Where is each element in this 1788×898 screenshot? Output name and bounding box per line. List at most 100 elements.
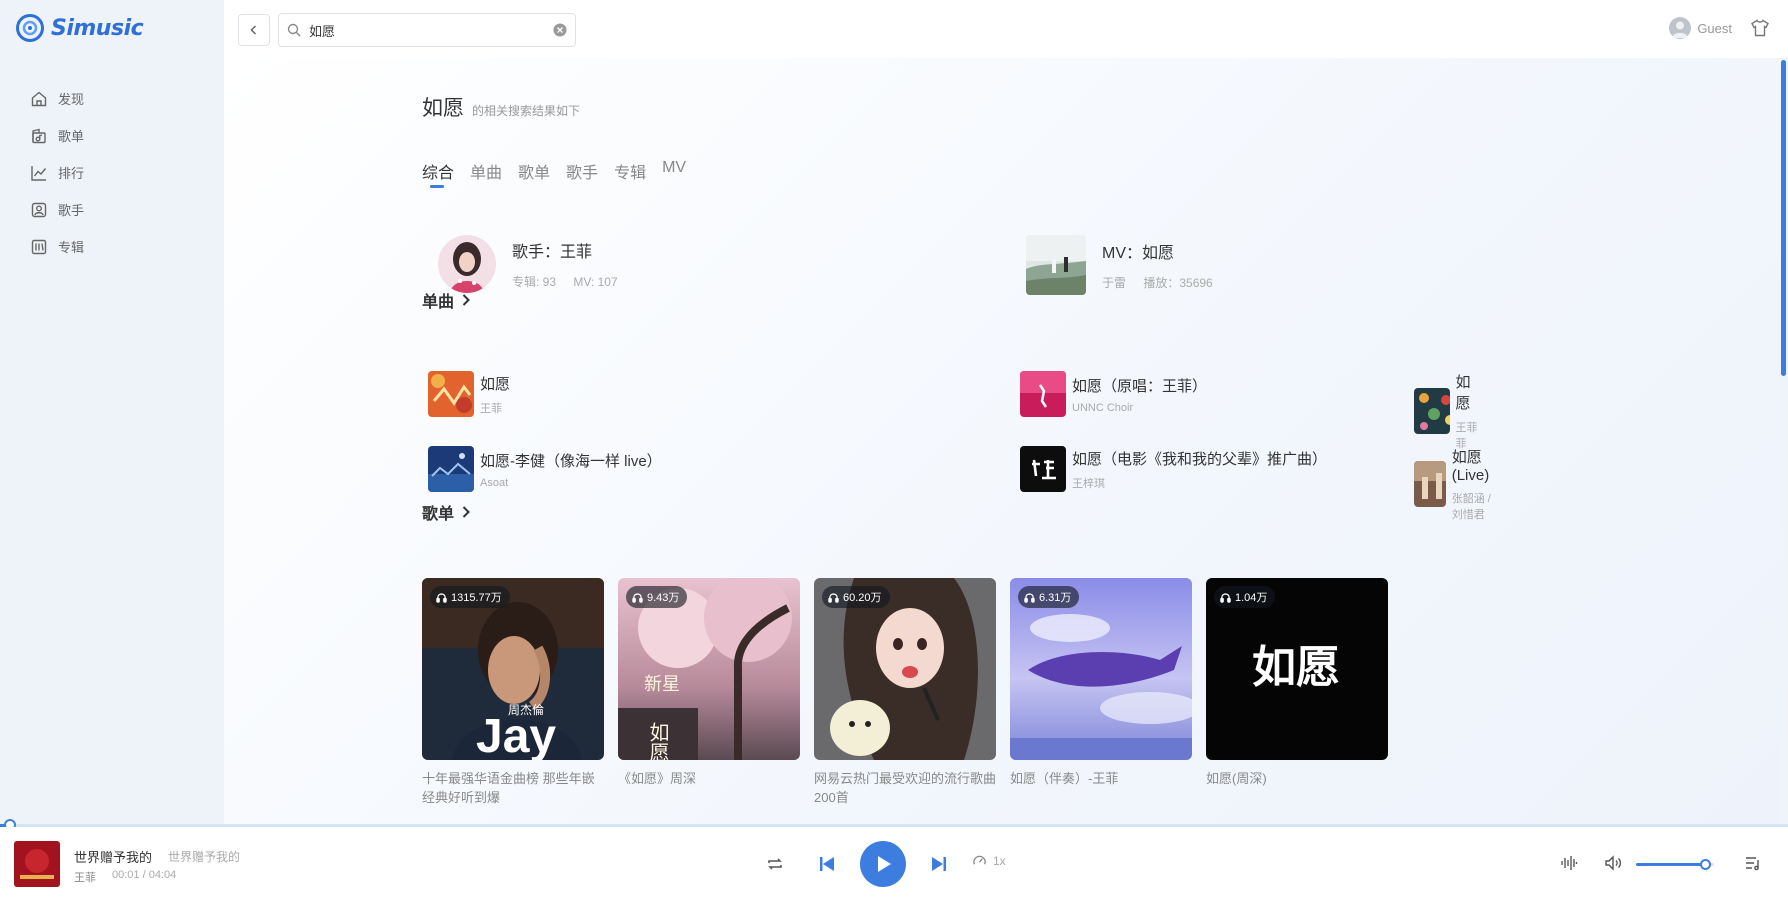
playlist-icon (32, 128, 46, 143)
tab-playlists[interactable]: 歌单 (518, 159, 550, 183)
artist-album-count: 专辑: 93 (512, 275, 557, 289)
cover-text-jay-small: 周杰倫 (508, 703, 544, 717)
song-item[interactable]: 如愿 (Live) 张韶涵 / 刘惜君 (1414, 446, 1504, 522)
song-cover (1414, 388, 1450, 434)
speed-icon (973, 855, 986, 865)
song-item[interactable]: 如愿-李健（像海一样 live） Asoat (428, 446, 662, 492)
chart-icon (31, 165, 47, 181)
tab-artists[interactable]: 歌手 (566, 159, 598, 183)
sidebar-item-albums[interactable]: 专辑 (30, 228, 84, 265)
song-artist[interactable]: 张韶涵 / 刘惜君 (1452, 490, 1504, 522)
song-artist[interactable]: 王梓琪 (1072, 475, 1327, 491)
playlist-name[interactable]: 如愿（伴奏）-王菲 (1010, 769, 1192, 788)
song-artist[interactable]: UNNC Choir (1072, 402, 1207, 414)
tab-songs[interactable]: 单曲 (470, 159, 502, 183)
home-icon (31, 91, 47, 106)
playlist-cover: 6.31万 (1010, 578, 1192, 760)
speed-label: 1x (993, 853, 1006, 868)
mv-cover (1026, 235, 1086, 295)
song-name: 如愿（电影《我和我的父辈》推广曲） (1072, 450, 1328, 468)
playlist-card[interactable]: 6.31万 如愿（伴奏）-王菲 (1010, 578, 1192, 788)
song-artist[interactable]: 王菲 (480, 400, 510, 416)
song-item[interactable]: 如愿（原唱：王菲） UNNC Choir (1020, 371, 1207, 417)
playlist-name[interactable]: 如愿(周深) (1206, 769, 1388, 788)
song-name: 如愿-李健（像海一样 live） (480, 452, 662, 470)
playlist-queue-button[interactable] (1740, 850, 1766, 876)
song-cover (1414, 461, 1446, 507)
playlist-card[interactable]: 如愿 1.04万 如愿(周深) (1206, 578, 1388, 788)
tab-overview[interactable]: 综合 (422, 159, 454, 188)
playlist-card[interactable]: Jay 周杰倫 1315.77万 十年最强华语金曲榜 那些年嵌经典好听到爆 (422, 578, 604, 807)
skin-icon[interactable] (1750, 18, 1770, 38)
volume-slider[interactable] (1636, 859, 1714, 870)
song-name: 如愿（原唱：王菲） (1072, 377, 1208, 395)
play-button[interactable] (860, 841, 906, 887)
artist-mv-count: MV: 107 (573, 275, 618, 289)
sidebar-item-discover[interactable]: 发现 (30, 80, 84, 117)
sidebar-item-artists[interactable]: 歌手 (30, 191, 84, 228)
now-playing-subtitle: 世界赠予我的 (168, 850, 241, 864)
artist-match-title[interactable]: 歌手：王菲 (512, 238, 632, 262)
tab-mv[interactable]: MV (662, 159, 686, 183)
headphones-icon (632, 592, 643, 603)
playlist-play-count: 6.31万 (1018, 586, 1080, 608)
app-logo[interactable]: Simusic (16, 14, 144, 42)
chevron-right-icon (462, 294, 470, 306)
back-button[interactable] (238, 14, 270, 46)
previous-button[interactable] (814, 851, 840, 877)
song-name: 如愿 (Live) (1451, 449, 1490, 484)
next-button[interactable] (926, 851, 952, 877)
playlist-name[interactable]: 网易云热门最受欢迎的流行歌曲200首 (814, 769, 996, 807)
now-playing-title[interactable]: 世界赠予我的 (74, 847, 152, 866)
tab-albums[interactable]: 专辑 (614, 159, 646, 183)
volume-handle[interactable] (1699, 859, 1711, 870)
sound-effect-button[interactable] (1556, 850, 1582, 876)
top-header: Guest (224, 0, 1788, 58)
song-item[interactable]: 如愿 王菲 (428, 371, 510, 417)
playlist-card[interactable]: 新星 如愿 9.43万 《如愿》周深 (618, 578, 800, 788)
volume-icon (1605, 855, 1622, 871)
mv-match-card[interactable]: MV：如愿 于雷 播放：35696 (1026, 235, 1227, 295)
sidebar-item-label: 专辑 (58, 240, 85, 255)
user-area: Guest (1669, 17, 1770, 39)
headphones-icon (1220, 592, 1231, 603)
artist-match-card[interactable]: 歌手：王菲 专辑: 93 MV: 107 (438, 235, 632, 293)
song-artist[interactable]: Asoat (480, 477, 662, 489)
repeat-button[interactable] (762, 851, 788, 877)
now-playing-cover[interactable] (14, 841, 60, 887)
sidebar-item-charts[interactable]: 排行 (30, 154, 84, 191)
now-playing-artist[interactable]: 王菲 (74, 869, 96, 885)
volume-fill (1636, 863, 1705, 866)
clear-icon[interactable] (553, 23, 567, 37)
mute-button[interactable] (1600, 850, 1626, 876)
chevron-left-icon (250, 25, 257, 35)
app-name: Simusic (51, 15, 144, 41)
playlist-name[interactable]: 十年最强华语金曲榜 那些年嵌经典好听到爆 (422, 769, 604, 807)
song-cover (1020, 446, 1066, 492)
playlists-section-header[interactable]: 歌单 (422, 500, 472, 524)
song-item[interactable]: 如愿 王菲菲 (1414, 371, 1481, 451)
playlists-section-title: 歌单 (422, 506, 455, 523)
mv-match-title[interactable]: MV：如愿 (1102, 239, 1227, 263)
playlist-card[interactable]: 60.20万 网易云热门最受欢迎的流行歌曲200首 (814, 578, 996, 807)
logo-icon (16, 14, 44, 42)
search-input[interactable] (309, 22, 553, 38)
user-name[interactable]: Guest (1697, 21, 1732, 36)
playlist-play-count: 1315.77万 (430, 586, 510, 608)
playlist-play-count: 60.20万 (822, 586, 890, 608)
sidebar-item-playlists[interactable]: 歌单 (30, 117, 84, 154)
artist-icon (31, 202, 47, 217)
playlist-name[interactable]: 《如愿》周深 (618, 769, 800, 788)
chevron-right-icon (462, 506, 470, 518)
playback-speed[interactable]: 1x (972, 853, 1006, 868)
avatar[interactable] (1669, 17, 1692, 39)
player-bar: 世界赠予我的 世界赠予我的 王菲 00:01 / 04:04 1x (0, 827, 1788, 898)
song-item[interactable]: 如愿（电影《我和我的父辈》推广曲） 王梓琪 (1020, 446, 1327, 492)
songs-section-header[interactable]: 单曲 (422, 288, 472, 312)
scrollbar[interactable] (1780, 58, 1788, 824)
play-icon (878, 856, 891, 872)
skip-forward-icon (932, 857, 946, 871)
search-box[interactable] (278, 13, 576, 47)
song-cover (428, 371, 474, 417)
scrollbar-thumb[interactable] (1781, 60, 1786, 376)
